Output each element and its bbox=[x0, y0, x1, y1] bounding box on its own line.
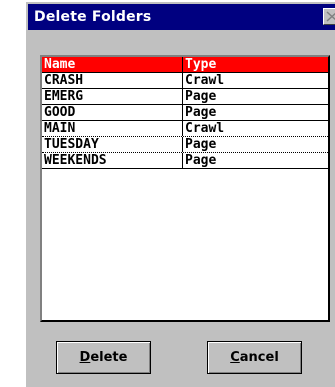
delete-label-rest: elete bbox=[90, 350, 128, 365]
folder-name: GOOD bbox=[44, 105, 76, 120]
close-button[interactable] bbox=[323, 8, 335, 25]
column-divider bbox=[182, 89, 183, 104]
folder-type: Page bbox=[185, 153, 217, 168]
delete-button[interactable]: Delete bbox=[56, 341, 151, 374]
folder-name: MAIN bbox=[44, 121, 76, 136]
column-divider bbox=[182, 121, 183, 136]
list-item[interactable]: GOOD Page bbox=[42, 105, 328, 121]
folder-name: TUESDAY bbox=[44, 137, 99, 152]
cancel-label-rest: ancel bbox=[239, 350, 279, 365]
folder-name: WEEKENDS bbox=[44, 153, 107, 168]
folder-type: Page bbox=[185, 89, 217, 104]
close-icon bbox=[326, 11, 335, 22]
column-divider bbox=[182, 137, 183, 152]
folder-type: Crawl bbox=[185, 73, 225, 88]
folder-type: Crawl bbox=[185, 121, 225, 136]
delete-accelerator: D bbox=[79, 350, 91, 365]
cancel-button[interactable]: Cancel bbox=[207, 341, 302, 374]
folder-type: Page bbox=[185, 137, 217, 152]
column-divider bbox=[182, 105, 183, 120]
list-item[interactable]: CRASH Crawl bbox=[42, 73, 328, 89]
column-header-type[interactable]: Type bbox=[185, 57, 325, 72]
folder-list[interactable]: Name Type CRASH Crawl EMERG Page GOOD Pa… bbox=[40, 55, 330, 322]
list-item[interactable]: TUESDAY Page bbox=[42, 137, 328, 153]
list-header: Name Type bbox=[42, 57, 328, 73]
column-header-name[interactable]: Name bbox=[44, 57, 182, 72]
list-item[interactable]: WEEKENDS Page bbox=[42, 153, 328, 169]
folder-name: EMERG bbox=[44, 89, 84, 104]
list-item[interactable]: MAIN Crawl bbox=[42, 121, 328, 137]
title-bar[interactable]: Delete Folders bbox=[28, 4, 335, 30]
column-divider bbox=[182, 73, 183, 88]
column-divider bbox=[182, 153, 183, 168]
folder-name: CRASH bbox=[44, 73, 84, 88]
folder-type: Page bbox=[185, 105, 217, 120]
dialog-title: Delete Folders bbox=[34, 9, 152, 25]
column-divider bbox=[182, 57, 183, 72]
delete-folders-dialog: Delete Folders Name Type CRASH Crawl EME… bbox=[24, 0, 335, 387]
list-item[interactable]: EMERG Page bbox=[42, 89, 328, 105]
cancel-accelerator: C bbox=[230, 350, 240, 365]
